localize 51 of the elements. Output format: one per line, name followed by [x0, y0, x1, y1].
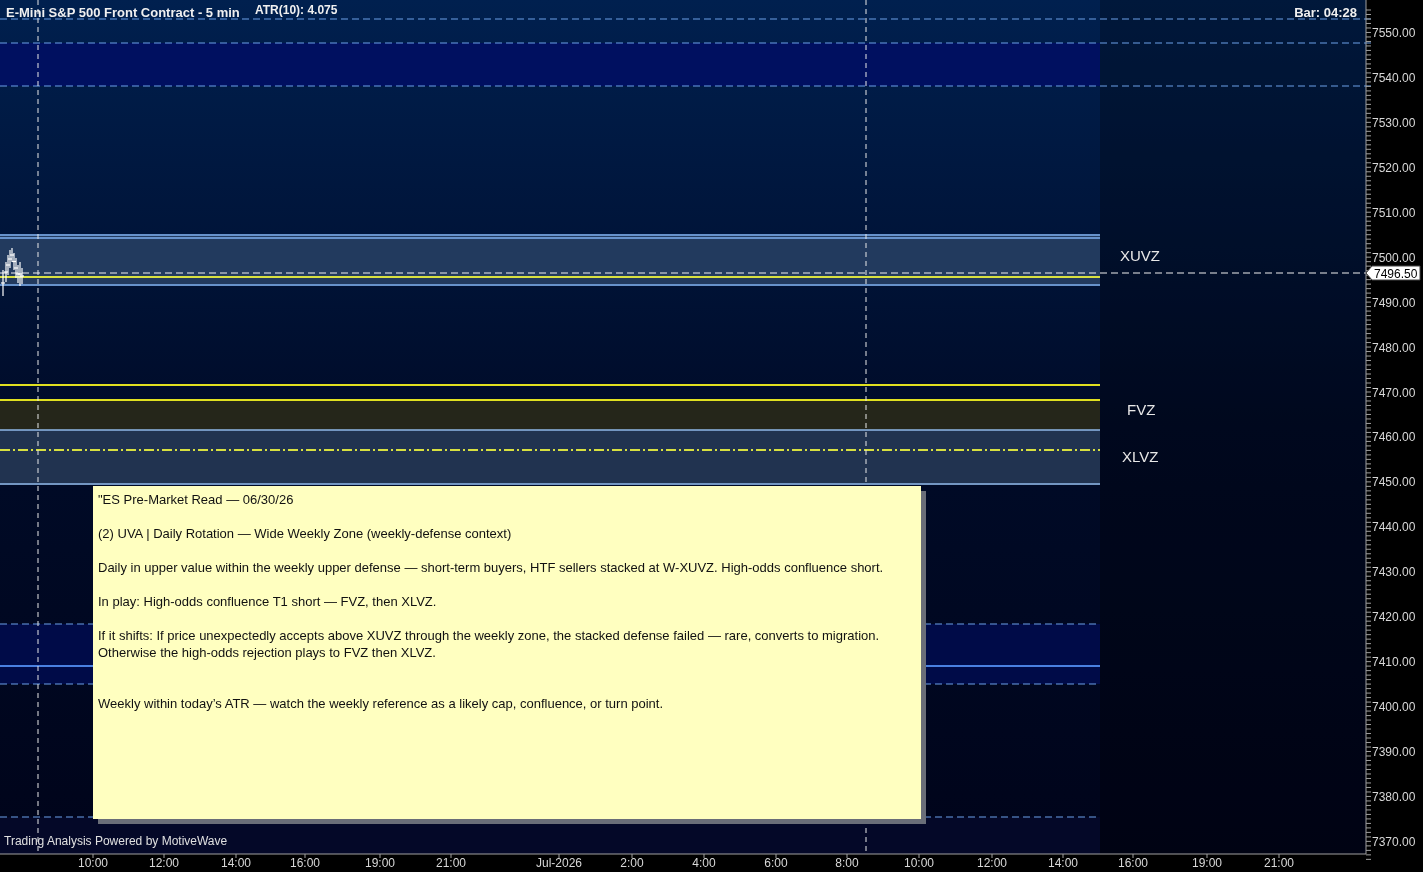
price-label: 7550.00: [1372, 26, 1416, 40]
price-label: 7540.00: [1372, 70, 1416, 85]
price-label: 7390.00: [1372, 745, 1416, 760]
price-label: 7400.00: [1372, 700, 1416, 715]
price-label: 7440.00: [1372, 520, 1416, 535]
zone-label: FVZ: [1127, 401, 1156, 418]
price-label: 7450.00: [1372, 475, 1416, 490]
time-label: 16:00: [290, 856, 320, 870]
time-label: 4:00: [692, 856, 716, 870]
price-marker: 7496.50: [1365, 265, 1421, 281]
price-label: 7380.00: [1372, 790, 1416, 804]
price-label: 7460.00: [1372, 430, 1416, 445]
time-label: 6:00: [764, 856, 788, 870]
price-label: 7530.00: [1372, 115, 1416, 130]
time-label: 21:00: [436, 856, 466, 870]
bar-timer: Bar: 04:28: [1294, 5, 1357, 20]
time-label: 19:00: [365, 856, 395, 870]
zone-label: XUVZ: [1120, 247, 1160, 264]
zone-label: XLVZ: [1122, 448, 1159, 465]
note-text: Weekly within today’s ATR — watch the weekly reference as a likely cap, confluence, or turn point.: [98, 695, 665, 712]
time-label: 21:00: [1264, 856, 1294, 870]
time-label: 12:00: [977, 856, 1007, 870]
price-label: 7490.00: [1372, 295, 1416, 310]
price-label: 7470.00: [1372, 385, 1416, 400]
footer-credit: Trading Analysis Powered by MotiveWave: [4, 834, 228, 848]
indicator-label: ATR(10): 4.075: [255, 3, 338, 17]
price-label: 7420.00: [1372, 610, 1416, 625]
time-label: 2:00: [620, 856, 644, 870]
price-label: 7510.00: [1372, 205, 1416, 220]
time-label: 8:00: [835, 856, 859, 870]
price-label: 7500.00: [1372, 250, 1416, 265]
chart-title: E-Mini S&P 500 Front Contract - 5 min: [6, 5, 240, 20]
note-text: (2) UVA | Daily Rotation — Wide Weekly Zone (weekly-defense context): [98, 525, 513, 542]
time-label: 10:00: [904, 856, 934, 870]
time-label: 10:00: [78, 856, 108, 870]
time-label: Jul-2026: [536, 856, 582, 870]
note-text: If it shifts: If price unexpectedly accepts above XUVZ through the weekly zone, the stacked defense failed — rare, converts to migration. Otherwise the high-odds rejection plays to FVZ then XLVZ.: [98, 627, 881, 661]
price-label: 7370.00: [1372, 834, 1416, 849]
time-label: 19:00: [1192, 856, 1222, 870]
time-label: 14:00: [221, 856, 251, 870]
note-text: In play: High-odds confluence T1 short — FVZ, then XLVZ.: [98, 593, 438, 610]
time-label: 12:00: [149, 856, 179, 870]
price-label: 7430.00: [1372, 565, 1416, 580]
note-text: "ES Pre-Market Read — 06/30/26: [98, 491, 295, 508]
time-label: 16:00: [1118, 856, 1148, 870]
price-label: 7410.00: [1372, 655, 1416, 670]
candlestick-drawing: [0, 247, 25, 297]
time-label: 14:00: [1048, 856, 1078, 870]
price-label: 7480.00: [1372, 340, 1416, 355]
price-label: 7520.00: [1372, 160, 1416, 175]
note-text: Daily in upper value within the weekly upper defense — short-term buyers, HTF sellers stacked at W-XUVZ. High-odds confluence short.: [98, 559, 885, 576]
